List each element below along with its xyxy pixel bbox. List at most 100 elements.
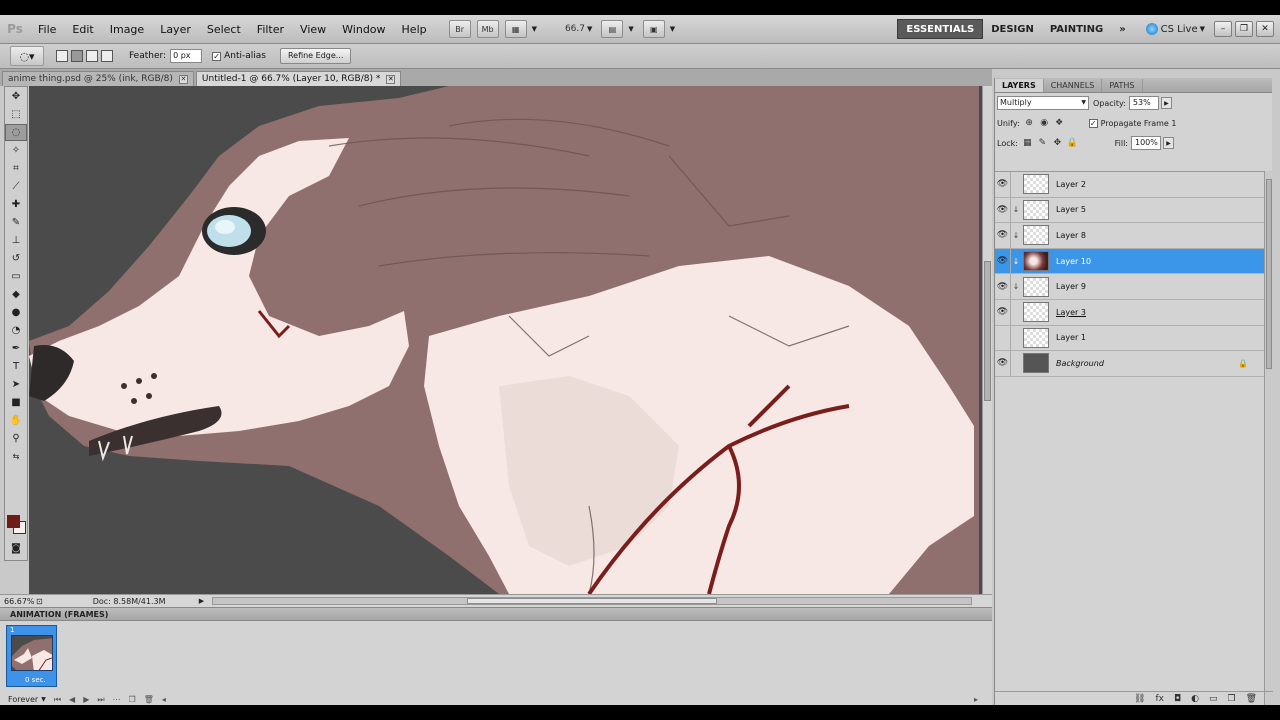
menu-window[interactable]: Window [334, 15, 393, 44]
layer-row-layer-5[interactable]: 👁 ↓ Layer 5 [995, 197, 1264, 224]
layer-row-layer-10[interactable]: 👁 ↓ Layer 10 [995, 248, 1264, 275]
chevron-down-icon[interactable]: ▼ [41, 696, 46, 703]
menu-filter[interactable]: Filter [249, 15, 292, 44]
delete-frame-icon[interactable]: 🗑 [144, 695, 154, 704]
duplicate-frame-icon[interactable]: ❐ [129, 695, 136, 704]
brush-tool-icon[interactable]: ✎ [5, 214, 27, 231]
foreground-color-swatch[interactable] [7, 515, 20, 528]
shape-tool-icon[interactable]: ■ [5, 394, 27, 411]
close-icon[interactable]: ✕ [178, 74, 188, 84]
dodge-tool-icon[interactable]: ◔ [5, 322, 27, 339]
fill-slider-button[interactable]: ▶ [1163, 137, 1174, 149]
lock-transparent-icon[interactable]: ▦ [1022, 138, 1033, 149]
restore-button[interactable]: ❐ [1235, 21, 1253, 37]
arrange-documents-button[interactable]: ▤ [601, 20, 624, 38]
eye-hidden-icon[interactable]: 👁 [995, 325, 1011, 351]
tab-untitled-1[interactable]: Untitled-1 @ 66.7% (Layer 10, RGB/8) * ✕ [195, 71, 402, 86]
bridge-button[interactable]: Br [448, 20, 471, 38]
status-menu-arrow-icon[interactable]: ▶ [199, 597, 204, 605]
swap-colors-icon[interactable]: ⇆ [5, 448, 27, 465]
tab-anime-thing[interactable]: anime thing.psd @ 25% (ink, RGB/8) ✕ [2, 71, 194, 86]
delete-layer-icon[interactable]: 🗑 [1246, 694, 1257, 704]
chevron-down-icon[interactable]: ▼ [628, 25, 633, 33]
next-frame-icon[interactable]: ⏭ [97, 695, 104, 705]
move-tool-icon[interactable]: ✥ [5, 88, 27, 105]
scroll-thumb[interactable] [467, 598, 717, 604]
frame-delay[interactable]: 0 sec. [25, 676, 46, 684]
clone-stamp-tool-icon[interactable]: ⊥ [5, 232, 27, 249]
workspace-more-button[interactable]: » [1111, 19, 1133, 39]
layer-style-icon[interactable]: fx [1155, 694, 1164, 704]
cs-live-menu[interactable]: CS Live ▼ [1145, 23, 1211, 35]
type-tool-icon[interactable]: T [5, 358, 27, 375]
propagate-frame-checkbox[interactable]: ✓ [1088, 118, 1098, 128]
status-zoom[interactable]: 66.67% [0, 597, 36, 606]
feather-input[interactable]: 0 px [170, 49, 203, 63]
link-layers-icon[interactable]: ⛓ [1134, 694, 1145, 704]
eraser-tool-icon[interactable]: ▭ [5, 268, 27, 285]
canvas-vertical-scrollbar[interactable] [982, 86, 992, 594]
scroll-left-icon[interactable]: ◂ [162, 695, 166, 704]
workspace-design[interactable]: DESIGN [983, 19, 1042, 39]
menu-select[interactable]: Select [199, 15, 249, 44]
menu-layer[interactable]: Layer [152, 15, 199, 44]
tween-icon[interactable]: ⋯ [113, 695, 121, 704]
unify-position-icon[interactable]: ⊕ [1024, 118, 1035, 129]
first-frame-icon[interactable]: ⏮ [54, 695, 61, 705]
healing-brush-tool-icon[interactable]: ✚ [5, 196, 27, 213]
document-canvas[interactable] [29, 86, 982, 594]
mini-bridge-button[interactable]: Mb [476, 20, 499, 38]
layer-row-layer-3[interactable]: 👁 Layer 3 [995, 299, 1264, 326]
add-mask-icon[interactable]: ◘ [1174, 694, 1181, 704]
history-brush-tool-icon[interactable]: ↺ [5, 250, 27, 267]
close-icon[interactable]: ✕ [386, 74, 396, 84]
eye-icon[interactable]: 👁 [995, 274, 1011, 299]
unify-visibility-icon[interactable]: ◉ [1039, 118, 1050, 129]
layer-row-background[interactable]: 👁 Background 🔒 [995, 351, 1264, 377]
eye-icon[interactable]: 👁 [995, 172, 1011, 197]
opacity-input[interactable]: 53% [1128, 96, 1159, 110]
menu-file[interactable]: File [30, 15, 64, 44]
close-window-button[interactable]: ✕ [1256, 21, 1274, 37]
blend-mode-select[interactable]: Multiply [997, 96, 1089, 110]
eye-icon[interactable]: 👁 [995, 197, 1011, 223]
quick-mask-icon[interactable]: ◙ [5, 540, 27, 557]
screen-mode-button[interactable]: ▣ [642, 20, 665, 38]
tool-preset-picker[interactable]: ◌▾ [10, 46, 44, 66]
layer-row-layer-9[interactable]: 👁 ↓ Layer 9 [995, 274, 1264, 300]
hand-tool-icon[interactable]: ✋ [5, 412, 27, 429]
layer-row-layer-2[interactable]: 👁 Layer 2 [995, 172, 1264, 198]
loop-option[interactable]: Forever [8, 695, 38, 704]
chevron-down-icon[interactable]: ▼ [670, 25, 675, 33]
marquee-tool-icon[interactable]: ⬚ [5, 106, 27, 123]
scroll-thumb[interactable] [984, 261, 991, 401]
lock-image-icon[interactable]: ✎ [1037, 138, 1048, 149]
adjustment-layer-icon[interactable]: ◐ [1191, 694, 1199, 704]
refine-edge-button[interactable]: Refine Edge... [279, 48, 352, 64]
unify-style-icon[interactable]: ❖ [1054, 118, 1065, 129]
fill-input[interactable]: 100% [1131, 136, 1161, 150]
chevron-down-icon[interactable]: ▼ [532, 25, 537, 33]
new-group-icon[interactable]: ▭ [1209, 694, 1218, 704]
menu-edit[interactable]: Edit [64, 15, 101, 44]
eye-icon[interactable]: 👁 [995, 223, 1011, 248]
lasso-tool-icon[interactable]: ◌ [5, 124, 27, 141]
intersect-selection-button[interactable] [101, 50, 113, 62]
eye-icon[interactable]: 👁 [995, 299, 1011, 325]
menu-help[interactable]: Help [394, 15, 435, 44]
eye-icon[interactable]: 👁 [995, 351, 1011, 376]
new-selection-button[interactable] [56, 50, 68, 62]
quick-selection-tool-icon[interactable]: ✧ [5, 142, 27, 159]
animation-panel-title[interactable]: ANIMATION (FRAMES) [0, 608, 992, 621]
pen-tool-icon[interactable]: ✒ [5, 340, 27, 357]
scroll-right-icon[interactable]: ▸ [974, 695, 978, 704]
antialias-checkbox[interactable]: ✓ [212, 51, 222, 61]
subtract-from-selection-button[interactable] [86, 50, 98, 62]
lock-all-icon[interactable]: 🔒 [1067, 138, 1078, 149]
zoom-level-dropdown[interactable]: 66.7 [549, 20, 585, 38]
minimize-button[interactable]: – [1214, 21, 1232, 37]
menu-image[interactable]: Image [102, 15, 152, 44]
path-selection-tool-icon[interactable]: ➤ [5, 376, 27, 393]
eye-icon[interactable]: 👁 [995, 248, 1011, 274]
layer-row-layer-1[interactable]: 👁 Layer 1 [995, 325, 1264, 352]
